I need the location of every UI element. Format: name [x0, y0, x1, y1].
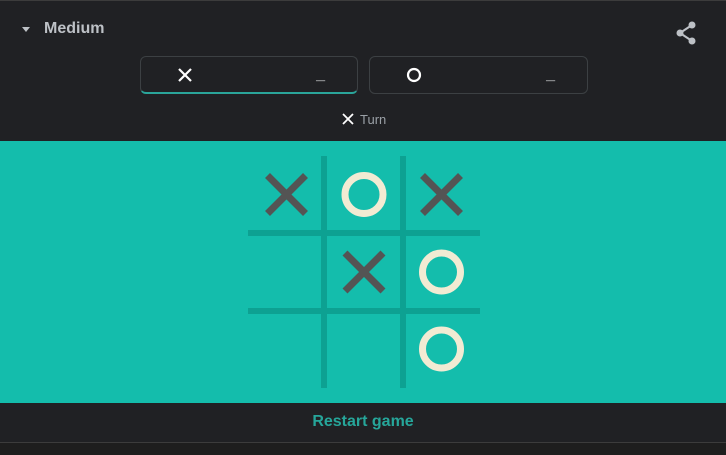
footer-bar: Restart game [0, 403, 726, 443]
share-icon[interactable] [674, 21, 698, 45]
grid-line-vertical [400, 156, 406, 388]
caret-down-icon [22, 26, 30, 32]
board-cell-3-2[interactable] [329, 315, 399, 383]
x-icon [178, 68, 192, 82]
bottom-strip [0, 443, 726, 455]
o-icon [406, 67, 422, 83]
x-icon [342, 113, 354, 125]
board-cell-1-1[interactable] [252, 160, 321, 229]
game-board [248, 156, 480, 388]
board-cell-2-3[interactable] [407, 237, 476, 307]
player-x-card[interactable]: _ [140, 56, 358, 94]
player-o-score: _ [546, 66, 555, 83]
grid-line-vertical [321, 156, 327, 388]
difficulty-dropdown[interactable]: Medium [22, 17, 104, 41]
board-cell-2-2[interactable] [329, 237, 399, 307]
game-header: Medium _ _ Turn [0, 1, 726, 141]
player-o-card[interactable]: _ [369, 56, 588, 94]
difficulty-label: Medium [44, 20, 105, 37]
turn-label: Turn [360, 111, 387, 127]
grid-line-horizontal [248, 230, 480, 236]
board-cell-1-3[interactable] [407, 160, 476, 229]
board-cell-3-3[interactable] [407, 315, 476, 383]
board-cell-3-1[interactable] [252, 315, 321, 383]
board-cell-1-2[interactable] [329, 160, 399, 229]
player-x-score: _ [316, 66, 325, 83]
restart-game-button[interactable]: Restart game [0, 413, 726, 431]
game-widget: Medium _ _ Turn Restart game [0, 0, 726, 455]
grid-line-horizontal [248, 308, 480, 314]
board-cell-2-1[interactable] [252, 237, 321, 307]
board-area [0, 141, 726, 403]
turn-indicator: Turn [342, 111, 386, 127]
